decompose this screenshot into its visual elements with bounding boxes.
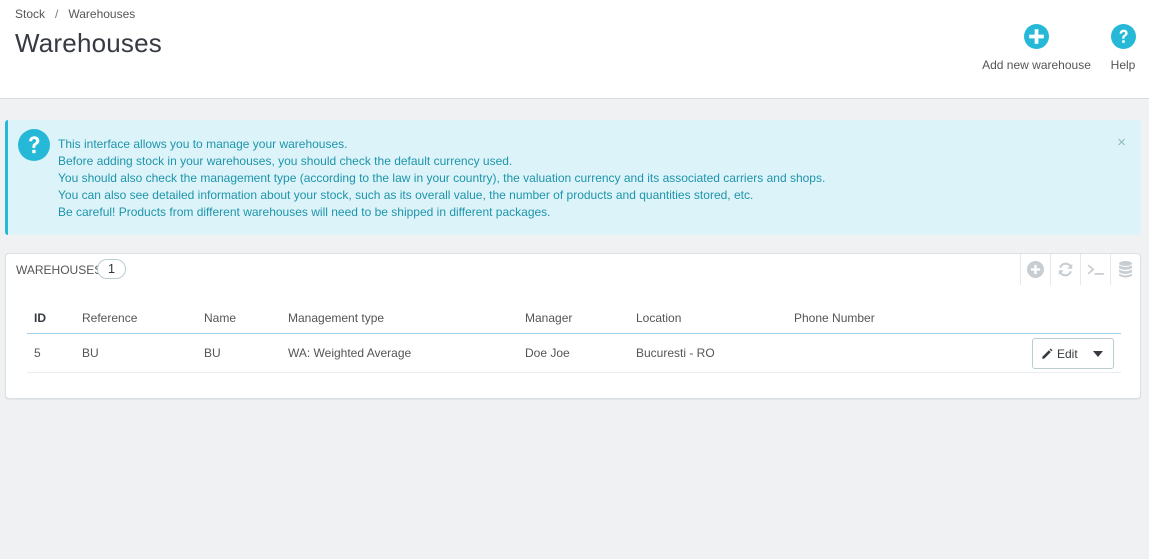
column-header-manager: Manager xyxy=(525,311,573,325)
breadcrumb-warehouses: Warehouses xyxy=(68,7,136,21)
cell-management-type: WA: Weighted Average xyxy=(288,346,412,360)
cell-id: 5 xyxy=(34,346,41,360)
alert-line: You should also check the management typ… xyxy=(58,171,826,185)
page-header: Stock / Warehouses Warehouses Add new wa… xyxy=(0,0,1149,99)
help-icon xyxy=(1110,24,1136,49)
alert-message: This interface allows you to manage your… xyxy=(58,136,825,221)
column-header-id: ID xyxy=(34,311,46,325)
caret-down-icon xyxy=(1093,350,1103,357)
edit-label: Edit xyxy=(1057,346,1078,361)
export-button[interactable] xyxy=(1110,254,1140,285)
cell-name: BU xyxy=(204,346,221,360)
refresh-list-button[interactable] xyxy=(1050,254,1080,285)
warehouses-panel: Warehouses 1 xyxy=(5,253,1141,399)
column-header-location: Location xyxy=(636,311,682,325)
column-header-management-type: Management type xyxy=(288,311,385,325)
alert-line: Before adding stock in your warehouses, … xyxy=(58,154,513,168)
sql-query-button[interactable] xyxy=(1080,254,1110,285)
cell-location: Bucuresti - RO xyxy=(636,346,715,360)
help-button[interactable]: Help xyxy=(1106,24,1140,72)
row-actions: Edit xyxy=(1032,338,1114,369)
add-action-button[interactable] xyxy=(1020,254,1050,285)
panel-title: Warehouses xyxy=(16,263,103,277)
column-header-reference: Reference xyxy=(82,311,138,325)
page-title: Warehouses xyxy=(15,28,162,58)
table-header: ID Reference Name Management type Manage… xyxy=(27,308,1121,334)
alert-line: This interface allows you to manage your… xyxy=(58,137,348,151)
cell-reference: BU xyxy=(82,346,99,360)
count-badge: 1 xyxy=(97,259,126,279)
add-new-warehouse-button[interactable]: Add new warehouse xyxy=(979,24,1094,72)
cell-manager: Doe Joe xyxy=(525,346,570,360)
add-icon xyxy=(1027,261,1044,278)
column-header-phone-number: Phone Number xyxy=(794,311,875,325)
alert-close-button[interactable]: × xyxy=(1117,135,1126,150)
breadcrumb-separator: / xyxy=(55,7,59,21)
pencil-icon xyxy=(1042,348,1053,359)
warehouses-table: ID Reference Name Management type Manage… xyxy=(27,308,1121,373)
edit-button[interactable]: Edit xyxy=(1033,339,1083,368)
column-header-name: Name xyxy=(204,311,237,325)
help-label: Help xyxy=(1110,58,1136,72)
breadcrumb: Stock / Warehouses xyxy=(15,7,135,21)
row-actions-dropdown-toggle[interactable] xyxy=(1083,339,1113,368)
panel-heading: Warehouses 1 xyxy=(6,254,1140,285)
table-row[interactable]: 5 BU BU WA: Weighted Average Doe Joe Buc… xyxy=(27,334,1121,373)
info-alert: This interface allows you to manage your… xyxy=(5,120,1141,235)
question-circle-icon xyxy=(18,129,50,161)
plus-circle-icon xyxy=(1024,24,1049,49)
sql-terminal-icon xyxy=(1087,264,1104,275)
panel-actions xyxy=(1020,254,1140,285)
refresh-icon xyxy=(1058,262,1073,277)
alert-line: You can also see detailed information ab… xyxy=(58,188,754,202)
database-export-icon xyxy=(1119,261,1132,278)
breadcrumb-stock[interactable]: Stock xyxy=(15,7,45,21)
alert-line: Be careful! Products from different ware… xyxy=(58,205,551,219)
add-new-warehouse-label: Add new warehouse xyxy=(982,58,1091,72)
